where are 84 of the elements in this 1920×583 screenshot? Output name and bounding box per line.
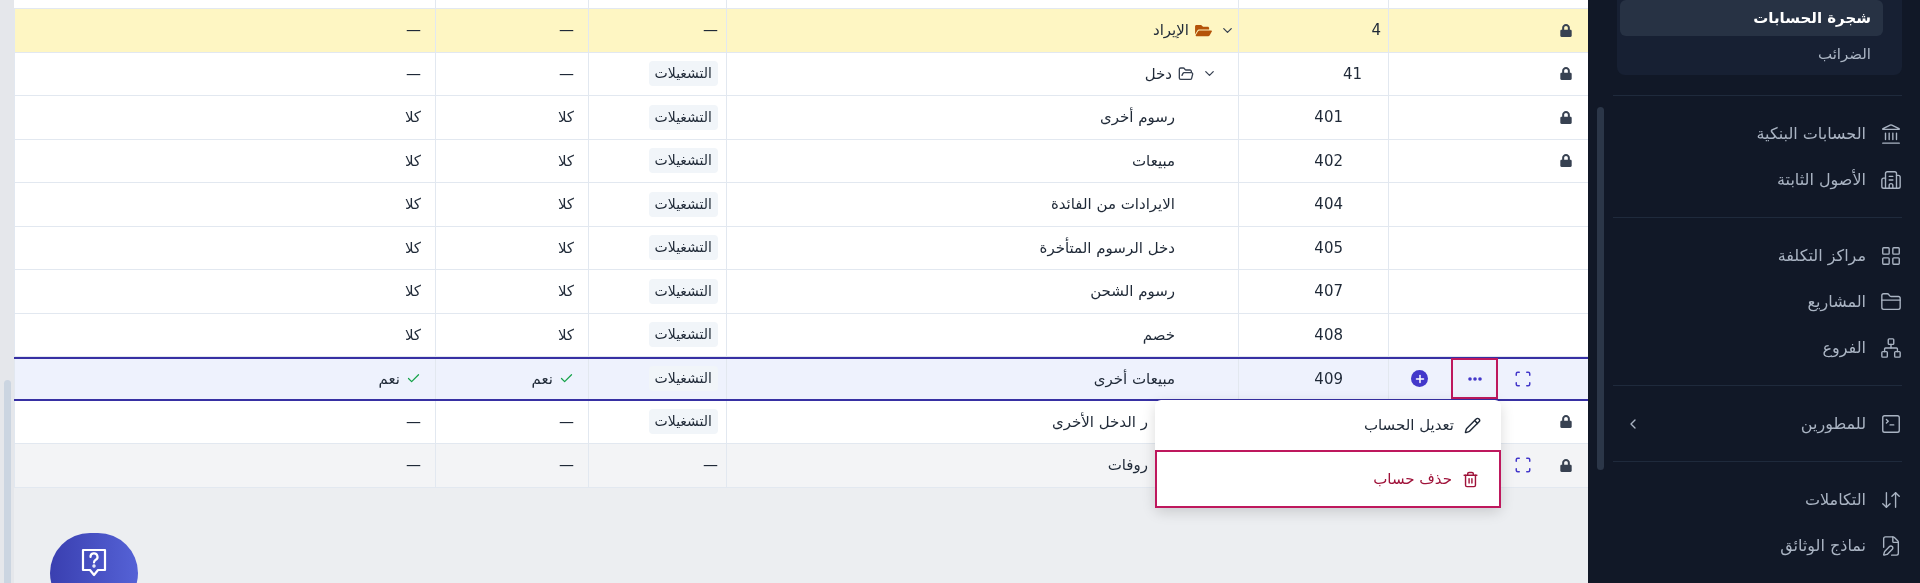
table-cell-text: كلا [557,150,574,172]
type-badge: التشغيلات [648,104,718,130]
table-cell-text: — [406,63,421,85]
type-badge: التشغيلات [648,235,718,261]
table-cell-text: كلا [557,107,574,128]
account-code: 407 [1314,281,1343,302]
table-cell-text: — [406,411,421,433]
nav-item[interactable]: للمطورين [1613,401,1902,447]
bank-icon [1880,123,1902,145]
nav-item[interactable]: مراكز التكلفة [1613,233,1902,279]
table-cell-text: نعم [378,368,400,390]
trash-icon [1462,470,1479,488]
folder-icon [1195,22,1212,38]
expand-icon[interactable] [1514,456,1532,475]
table-cell-text: — [559,63,574,85]
type-badge: التشغيلات [648,278,718,304]
account-name: روفات [1107,455,1148,476]
submenu-item[interactable]: الضرائب [1620,36,1883,72]
table-cell-text: كلا [557,281,574,302]
more-button[interactable] [1451,358,1498,400]
nav-item[interactable]: المشاريع [1613,279,1902,325]
account-name: مبيعات أخرى [1093,368,1175,390]
table-cell-text: — [703,20,718,41]
scrollbar[interactable] [3,380,11,583]
account-name: الايرادات من الفائدة [1050,194,1175,215]
add-button[interactable] [1411,370,1428,388]
ellipsis-icon [1467,376,1482,381]
table-cell-text: كلا [557,194,574,215]
submenu-item[interactable]: شجرة الحسابات [1620,0,1883,36]
table-cell-text: — [703,455,718,476]
table-cell-text: كلا [404,194,421,215]
account-name: خصم [1142,324,1175,346]
nav-item[interactable]: الحسابات البنكية [1613,111,1902,157]
expand-icon[interactable] [1514,369,1532,388]
account-name: الإيراد [1152,20,1189,41]
account-name: رسوم أخرى [1099,106,1175,128]
nav-item[interactable]: نماذج الوثائق [1613,523,1902,569]
table-cell-text: — [406,455,421,476]
folder-icon [1178,65,1194,82]
table-cell-text: كلا [404,107,421,128]
account-code: 405 [1314,237,1343,259]
account-code: 408 [1314,324,1343,346]
terminal-icon [1880,413,1902,435]
type-badge: التشغيلات [648,191,718,217]
table-cell-text: — [559,20,574,41]
network-icon [1880,337,1902,359]
nav-item[interactable]: الفروع [1613,325,1902,371]
account-code: 4 [1371,20,1381,41]
account-code: 402 [1314,150,1343,172]
account-code: 41 [1342,63,1362,85]
table-cell-text: كلا [404,237,421,259]
account-name: رسوم الشحن [1090,281,1175,302]
scrollbar[interactable] [1597,107,1604,470]
document-icon [1880,535,1902,557]
pencil-icon [1464,416,1481,434]
account-code: 401 [1314,107,1343,128]
nav-item[interactable]: التكاملات [1613,477,1902,523]
account-name: دخل [1144,63,1172,85]
type-badge: التشغيلات [648,61,718,87]
type-badge: التشغيلات [648,148,718,174]
account-name: مبيعات [1132,150,1175,172]
grid-icon [1880,245,1902,267]
table-cell-text: كلا [404,324,421,346]
buildings-icon [1880,169,1902,191]
help-icon [80,547,108,579]
table-cell-text: كلا [404,281,421,302]
nav-item[interactable]: الأصول الثابتة [1613,157,1902,203]
table-cell-text: كلا [557,324,574,346]
type-badge: التشغيلات [648,366,718,392]
menu-item[interactable]: حذف حساب [1155,450,1501,508]
table-cell-text: — [559,411,574,433]
arrows-icon [1880,489,1902,511]
account-name: ر الدخل الأخرى [1051,411,1148,433]
table-cell-text: نعم [531,368,553,390]
table-cell-text: كلا [557,237,574,259]
type-badge: التشغيلات [648,322,718,348]
type-badge: التشغيلات [648,409,718,435]
table-cell-text: كلا [404,150,421,172]
account-code: 409 [1314,368,1343,390]
table-cell-text: — [406,20,421,41]
folder-icon [1880,291,1902,313]
account-code: 404 [1314,194,1343,215]
table-cell-text: — [559,455,574,476]
account-name: دخل الرسوم المتأخرة [1039,236,1175,259]
